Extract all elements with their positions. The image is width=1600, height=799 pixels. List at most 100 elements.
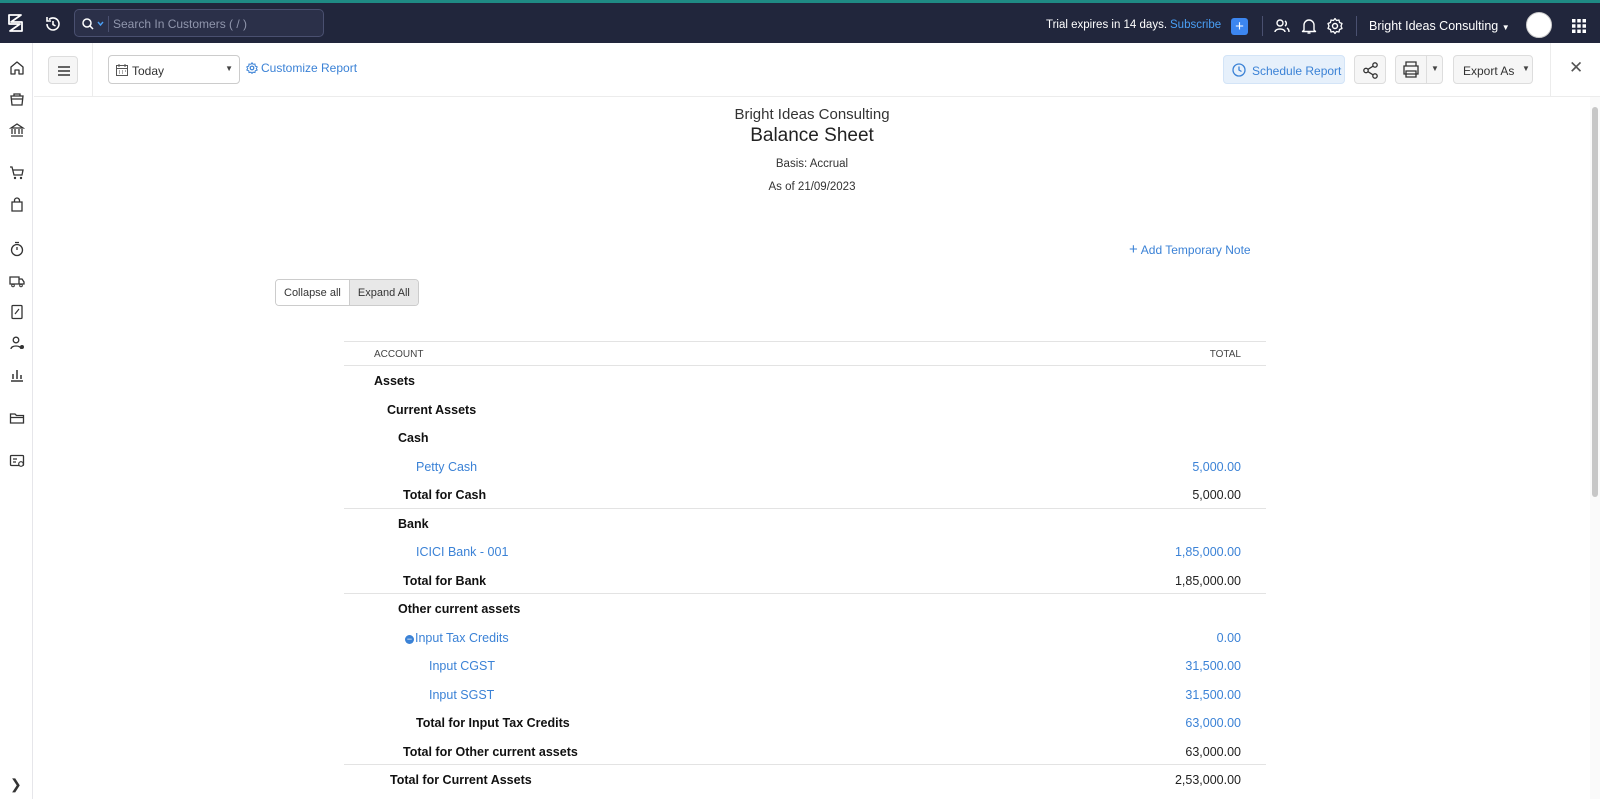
items-icon[interactable] (9, 91, 25, 107)
account-link[interactable]: Input SGST (429, 688, 494, 702)
app-logo-icon[interactable] (5, 12, 27, 34)
account-row-input-tax-credits[interactable]: − Input Tax Credits 0.00 (344, 623, 1266, 652)
table-header: ACCOUNT TOTAL (344, 341, 1266, 366)
search-input[interactable] (113, 14, 313, 34)
search-scope-icon[interactable] (81, 16, 109, 32)
expand-all-button[interactable]: Expand All (348, 280, 418, 305)
bell-icon[interactable] (1300, 17, 1318, 35)
hamburger-icon (58, 66, 70, 76)
org-switcher[interactable]: Bright Ideas Consulting ▼ (1369, 19, 1510, 33)
column-header-account: ACCOUNT (374, 349, 424, 360)
report-as-of-date: As of 21/09/2023 (768, 181, 856, 193)
subscribe-link[interactable]: Subscribe (1170, 19, 1221, 31)
accountant-icon[interactable] (9, 335, 25, 351)
account-amount-link[interactable]: 0.00 (1217, 631, 1241, 645)
total-row-current-assets: Total for Current Assets 2,53,000.00 (344, 765, 1266, 794)
section-row-assets: Assets (344, 366, 1266, 395)
row-amount-link[interactable]: 63,000.00 (1185, 716, 1241, 730)
expand-collapse-toggle: Collapse all Expand All (275, 279, 419, 306)
expand-sidebar-icon[interactable]: ❯ (10, 776, 22, 793)
schedule-report-label: Schedule Report (1252, 64, 1342, 78)
trial-expiry-text: Trial expires in 14 days. (1046, 19, 1168, 31)
users-icon[interactable] (1273, 17, 1291, 35)
add-temporary-note-label: Add Temporary Note (1140, 243, 1251, 257)
group-row-bank: Bank (344, 509, 1266, 538)
report-scrollbar[interactable] (1590, 97, 1600, 799)
account-row-icici-bank[interactable]: ICICI Bank - 001 1,85,000.00 (344, 537, 1266, 566)
row-label: Current Assets (387, 402, 477, 417)
account-amount-link[interactable]: 5,000.00 (1192, 460, 1241, 474)
banking-icon[interactable] (9, 122, 25, 138)
divider (1426, 56, 1427, 83)
divider (1262, 16, 1263, 36)
gear-icon[interactable] (1326, 17, 1344, 35)
customize-report-button[interactable]: Customize Report (246, 61, 357, 75)
row-amount: 2,53,000.00 (1174, 773, 1241, 787)
quick-create-button[interactable]: + (1231, 18, 1248, 35)
export-as-button[interactable]: Export As ▼ (1453, 55, 1533, 84)
calendar-icon (116, 64, 128, 76)
account-link[interactable]: − Input Tax Credits (405, 631, 509, 645)
sales-cart-icon[interactable] (9, 165, 25, 181)
home-icon[interactable] (9, 60, 25, 76)
report-body: Bright Ideas Consulting Balance Sheet Ba… (34, 97, 1588, 799)
account-row-input-sgst[interactable]: Input SGST 31,500.00 (344, 680, 1266, 709)
add-temporary-note-button[interactable]: + Add Temporary Note (1129, 241, 1251, 258)
date-range-value: Today (132, 64, 165, 78)
row-label: Total for Input Tax Credits (416, 716, 570, 730)
row-label: Total for Cash (403, 488, 487, 502)
report-basis: Basis: Accrual (775, 158, 849, 170)
divider (1356, 16, 1357, 36)
divider (1550, 43, 1551, 97)
recent-activity-icon[interactable] (44, 15, 62, 33)
report-org-name: Bright Ideas Consulting (734, 106, 890, 123)
account-amount-link[interactable]: 31,500.00 (1185, 688, 1241, 702)
row-label: Total for Bank (403, 573, 487, 588)
global-search[interactable] (74, 9, 324, 37)
row-label: Bank (398, 516, 429, 531)
print-options-caret-icon[interactable]: ▼ (1431, 64, 1439, 73)
print-button[interactable]: ▼ (1395, 55, 1443, 84)
total-row-other-current-assets: Total for Other current assets 63,000.00 (344, 737, 1266, 765)
account-row-input-cgst[interactable]: Input CGST 31,500.00 (344, 651, 1266, 680)
reports-chart-icon[interactable] (9, 367, 25, 383)
account-link[interactable]: Petty Cash (416, 460, 477, 474)
gear-icon (246, 62, 258, 74)
account-link-label: Input Tax Credits (415, 630, 509, 645)
gst-filing-icon[interactable] (9, 304, 25, 320)
printer-icon (1403, 61, 1419, 78)
group-row-other-current-assets: Other current assets (344, 594, 1266, 623)
close-icon[interactable]: ✕ (1569, 58, 1583, 78)
scrollbar-thumb[interactable] (1592, 107, 1598, 497)
report-menu-button[interactable] (48, 56, 78, 84)
section-row-current-assets: Current Assets (344, 395, 1266, 424)
account-amount-link[interactable]: 1,85,000.00 (1175, 545, 1241, 559)
documents-folder-icon[interactable] (9, 410, 25, 426)
row-label: Other current assets (398, 602, 521, 616)
report-title: Balance Sheet (750, 125, 874, 146)
column-header-total: TOTAL (1209, 349, 1241, 360)
account-link[interactable]: Input CGST (429, 659, 495, 673)
share-icon (1363, 62, 1378, 79)
schedule-report-button[interactable]: Schedule Report (1223, 55, 1345, 84)
date-range-select[interactable]: Today ▼ (108, 55, 240, 84)
top-bar: Trial expires in 14 days. Subscribe + Br… (0, 0, 1600, 43)
sidebar: ❯ (0, 43, 33, 799)
row-amount: 1,85,000.00 (1174, 573, 1241, 588)
collapse-all-button[interactable]: Collapse all (276, 280, 349, 305)
collapse-minus-icon[interactable]: − (405, 634, 414, 644)
app-grid-icon[interactable] (1572, 19, 1586, 33)
config-checklist-icon[interactable] (9, 453, 25, 469)
row-label: Total for Other current assets (403, 744, 578, 759)
share-button[interactable] (1354, 55, 1386, 84)
avatar[interactable] (1526, 12, 1552, 38)
account-amount-link[interactable]: 31,500.00 (1185, 659, 1241, 673)
caret-down-icon: ▼ (1522, 64, 1530, 73)
org-name: Bright Ideas Consulting (1369, 19, 1499, 33)
account-row-petty-cash[interactable]: Petty Cash 5,000.00 (344, 452, 1266, 481)
row-label: Total for Current Assets (390, 773, 532, 787)
time-tracking-icon[interactable] (9, 241, 25, 257)
purchases-bag-icon[interactable] (9, 197, 25, 213)
account-link[interactable]: ICICI Bank - 001 (416, 545, 508, 559)
eway-bill-truck-icon[interactable] (9, 273, 25, 289)
